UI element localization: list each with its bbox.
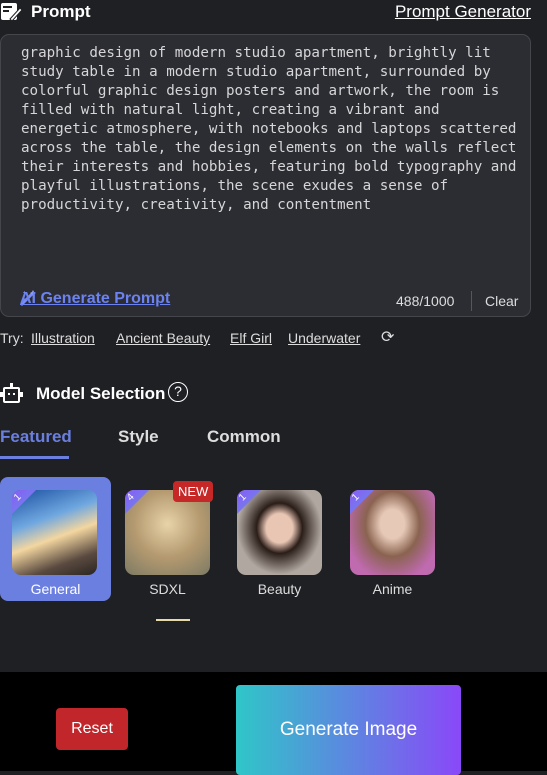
scroll-indicator bbox=[156, 619, 190, 621]
credit-cost: 1 bbox=[350, 491, 362, 504]
model-selection-title: Model Selection bbox=[36, 384, 166, 403]
char-count: 488/1000 bbox=[396, 293, 455, 309]
help-icon[interactable]: ? bbox=[168, 382, 188, 402]
credit-badge: 1 bbox=[350, 490, 374, 514]
credit-cost: 1 bbox=[12, 491, 24, 504]
tab-style[interactable]: Style bbox=[118, 427, 159, 447]
try-item[interactable]: Ancient Beauty bbox=[116, 330, 210, 346]
refresh-icon[interactable]: ⟳ bbox=[381, 327, 394, 347]
model-thumbnail[interactable]: 4 bbox=[125, 490, 210, 575]
model-label: Beauty bbox=[257, 581, 302, 597]
clear-button[interactable]: Clear bbox=[485, 293, 518, 309]
credit-cost: 1 bbox=[237, 491, 249, 504]
prompt-input[interactable] bbox=[21, 44, 521, 264]
generate-image-button[interactable]: Generate Image bbox=[236, 685, 461, 775]
tab-common[interactable]: Common bbox=[207, 427, 281, 447]
prompt-box bbox=[0, 34, 531, 317]
credit-badge: 4 bbox=[125, 490, 149, 514]
edit-note-icon bbox=[1, 3, 22, 22]
prompt-title: Prompt bbox=[31, 2, 91, 21]
try-item[interactable]: Elf Girl bbox=[230, 330, 272, 346]
try-item[interactable]: Underwater bbox=[288, 330, 360, 346]
try-item[interactable]: Illustration bbox=[31, 330, 95, 346]
credit-badge: 1 bbox=[12, 490, 36, 514]
robot-icon bbox=[0, 383, 23, 403]
new-badge: NEW bbox=[173, 481, 214, 502]
model-label: General bbox=[30, 581, 81, 597]
divider bbox=[471, 291, 472, 311]
try-label: Try: bbox=[0, 330, 24, 346]
credit-cost: 4 bbox=[125, 491, 137, 504]
reset-button[interactable]: Reset bbox=[56, 708, 128, 750]
model-label: Anime bbox=[372, 581, 413, 597]
ai-generate-prompt-link[interactable]: AI Generate Prompt bbox=[20, 290, 170, 308]
credit-badge: 1 bbox=[237, 490, 261, 514]
prompt-generator-link[interactable]: Prompt Generator bbox=[395, 2, 531, 22]
tab-featured[interactable]: Featured bbox=[0, 427, 72, 447]
model-label: SDXL bbox=[149, 581, 186, 597]
model-thumbnail[interactable]: 1 bbox=[350, 490, 435, 575]
model-thumbnail: 1 bbox=[12, 490, 97, 575]
active-tab-indicator bbox=[0, 456, 69, 459]
model-thumbnail[interactable]: 1 bbox=[237, 490, 322, 575]
